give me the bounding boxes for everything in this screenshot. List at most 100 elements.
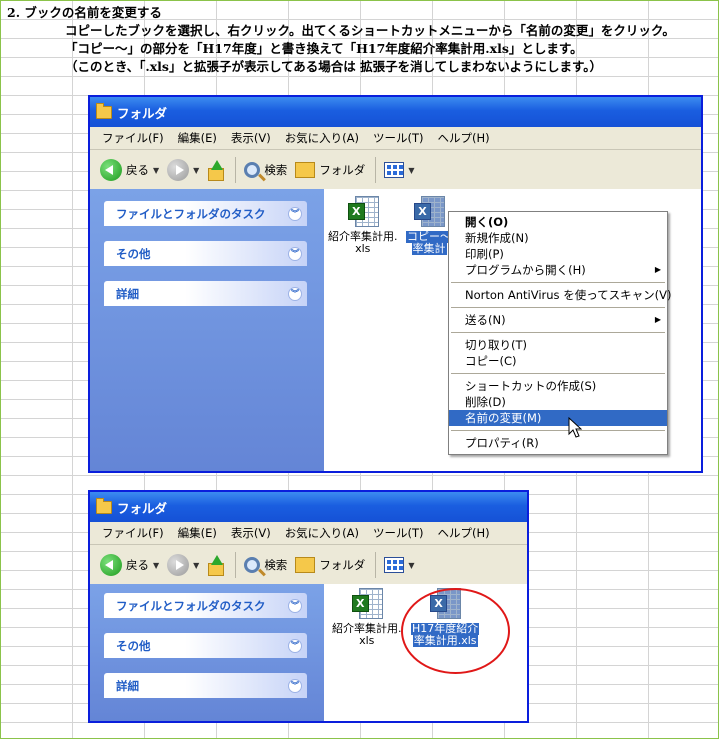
menu-tools[interactable]: ツール(T): [373, 525, 424, 541]
chevron-down-icon[interactable]: ▼: [153, 561, 159, 570]
title-bar[interactable]: フォルダ: [90, 492, 527, 522]
folders-button[interactable]: フォルダ: [295, 557, 365, 573]
instruction-line-2: 「コピー～」の部分を「H17年度」と書き換えて「H17年度紹介率集計用.xls」…: [65, 41, 583, 56]
task-file-folder[interactable]: ファイルとフォルダのタスク ︾: [104, 201, 307, 226]
menu-item-open[interactable]: 開く(O): [449, 214, 667, 230]
menu-separator: [451, 307, 665, 308]
menu-item-delete[interactable]: 削除(D): [449, 394, 667, 410]
menu-item-send-to[interactable]: 送る(N) ▶: [449, 312, 667, 328]
menu-separator: [451, 282, 665, 283]
file-name-ext: xls: [355, 242, 371, 255]
task-pane: ファイルとフォルダのタスク ︾ その他 ︾ 詳細 ︾: [90, 189, 324, 471]
chevron-down-icon[interactable]: ︾: [288, 286, 302, 301]
folders-button[interactable]: フォルダ: [295, 162, 365, 178]
chevron-down-icon[interactable]: ▼: [193, 561, 199, 570]
window-title: フォルダ: [117, 500, 168, 516]
search-icon: [244, 557, 261, 573]
forward-button[interactable]: ▼: [167, 554, 199, 576]
toolbar-separator: [375, 552, 377, 578]
search-button[interactable]: 検索: [244, 162, 287, 178]
menu-help[interactable]: ヘルプ(H): [438, 525, 490, 541]
views-icon: [384, 557, 405, 573]
chevron-down-icon[interactable]: ︾: [288, 678, 302, 693]
folder-icon: [96, 497, 112, 514]
menu-edit[interactable]: 編集(E): [178, 130, 217, 146]
context-menu: 開く(O) 新規作成(N) 印刷(P) プログラムから開く(H) ▶ Norton…: [448, 211, 671, 455]
chevron-down-icon[interactable]: ▼: [153, 166, 159, 175]
up-button[interactable]: [207, 160, 225, 181]
task-label: 詳細: [116, 286, 139, 301]
excel-file-icon: X: [351, 588, 383, 620]
chevron-down-icon[interactable]: ︾: [288, 638, 302, 653]
menu-favorites[interactable]: お気に入り(A): [285, 130, 359, 146]
menu-view[interactable]: 表示(V): [231, 525, 271, 541]
task-pane: ファイルとフォルダのタスク ︾ その他 ︾ 詳細 ︾: [90, 584, 324, 721]
back-arrow-icon: [100, 159, 122, 181]
menu-edit[interactable]: 編集(E): [178, 525, 217, 541]
excel-file-icon: X: [414, 196, 445, 228]
title-bar[interactable]: フォルダ: [90, 97, 701, 127]
menu-help[interactable]: ヘルプ(H): [438, 130, 490, 146]
search-icon: [244, 162, 261, 178]
chevron-down-icon: ▼: [408, 165, 415, 175]
task-label: ファイルとフォルダのタスク: [116, 206, 266, 221]
menu-favorites[interactable]: お気に入り(A): [285, 525, 359, 541]
back-arrow-icon: [100, 554, 122, 576]
menu-separator: [451, 332, 665, 333]
chevron-down-icon[interactable]: ︾: [288, 246, 302, 261]
back-button[interactable]: 戻る ▼: [100, 554, 159, 576]
menu-item-cut[interactable]: 切り取り(T): [449, 337, 667, 353]
step-title: 2. ブックの名前を変更する: [7, 5, 162, 20]
search-label: 検索: [264, 558, 288, 572]
menu-file[interactable]: ファイル(F): [102, 130, 164, 146]
menu-file[interactable]: ファイル(F): [102, 525, 164, 541]
file-item[interactable]: X 紹介率集計用. xls: [328, 196, 398, 255]
chevron-down-icon[interactable]: ︾: [288, 206, 302, 221]
task-file-folder[interactable]: ファイルとフォルダのタスク ︾: [104, 593, 307, 618]
task-details[interactable]: 詳細 ︾: [104, 673, 307, 698]
toolbar-separator: [235, 552, 237, 578]
forward-arrow-icon: [167, 159, 190, 181]
folder-icon: [295, 162, 316, 178]
menu-item-open-with[interactable]: プログラムから開く(H) ▶: [449, 262, 667, 278]
forward-button[interactable]: ▼: [167, 159, 199, 181]
menu-item-rename[interactable]: 名前の変更(M): [449, 410, 667, 426]
up-button[interactable]: [207, 555, 225, 576]
menu-item-properties[interactable]: プロパティ(R): [449, 435, 667, 451]
chevron-down-icon[interactable]: ︾: [288, 598, 302, 613]
menu-item-label: プログラムから開く(H): [465, 263, 586, 277]
forward-arrow-icon: [167, 554, 190, 576]
menu-separator: [451, 430, 665, 431]
menu-item-new[interactable]: 新規作成(N): [449, 230, 667, 246]
folder-icon: [295, 557, 316, 573]
back-button[interactable]: 戻る ▼: [100, 159, 159, 181]
task-other[interactable]: その他 ︾: [104, 241, 307, 266]
task-label: その他: [116, 638, 151, 653]
search-button[interactable]: 検索: [244, 557, 287, 573]
task-details[interactable]: 詳細 ︾: [104, 281, 307, 306]
menu-item-norton-scan[interactable]: Norton AntiVirus を使ってスキャン(V): [449, 287, 671, 303]
menu-item-copy[interactable]: コピー(C): [449, 353, 667, 369]
views-button[interactable]: ▼: [384, 557, 414, 573]
folders-label: フォルダ: [319, 163, 366, 177]
menu-bar: ファイル(F) 編集(E) 表示(V) お気に入り(A) ツール(T) ヘルプ(…: [90, 522, 527, 545]
menu-view[interactable]: 表示(V): [231, 130, 271, 146]
task-other[interactable]: その他 ︾: [104, 633, 307, 658]
menu-item-print[interactable]: 印刷(P): [449, 246, 667, 262]
task-label: その他: [116, 246, 151, 261]
views-button[interactable]: ▼: [384, 162, 414, 178]
file-item-selected[interactable]: X コピー～ 率集計: [406, 196, 452, 255]
toolbar: 戻る ▼ ▼ 検索 フォルダ ▼: [90, 545, 527, 586]
instruction-line-3: （このとき、「.xls」と拡張子が表示してある場合は 拡張子を消してしまわないよ…: [65, 59, 602, 74]
chevron-down-icon[interactable]: ▼: [193, 166, 199, 175]
folder-up-icon: [207, 160, 225, 181]
submenu-arrow-icon: ▶: [654, 265, 661, 274]
menu-item-create-shortcut[interactable]: ショートカットの作成(S): [449, 378, 667, 394]
menu-item-label: 送る(N): [465, 313, 506, 327]
file-item[interactable]: X 紹介率集計用. xls: [332, 588, 402, 647]
menu-tools[interactable]: ツール(T): [373, 130, 424, 146]
excel-file-icon: X: [347, 196, 379, 228]
folder-icon: [96, 102, 112, 119]
menu-separator: [451, 373, 665, 374]
task-label: 詳細: [116, 678, 139, 693]
